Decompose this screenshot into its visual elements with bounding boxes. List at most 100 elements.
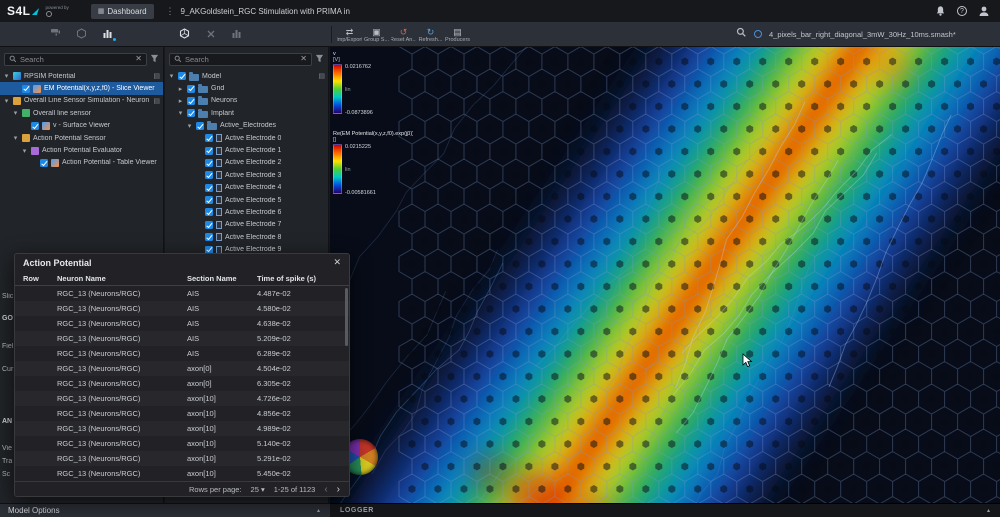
expand-chevron-icon[interactable]: ▴ — [987, 507, 990, 514]
brush-icon[interactable] — [47, 25, 64, 42]
checkbox[interactable] — [205, 159, 213, 167]
search-icon[interactable] — [736, 25, 747, 43]
tab-menu-dots-icon[interactable]: ⋮ — [166, 6, 175, 17]
checkbox[interactable] — [205, 221, 213, 229]
expand-chevron-icon[interactable]: ▴ — [317, 507, 320, 514]
document-tab[interactable]: 9_AKGoldstein_RGC Stimulation with PRIMA… — [181, 7, 350, 16]
cube-icon[interactable] — [73, 25, 90, 42]
reset-button[interactable]: ↺Reset An... — [391, 23, 416, 46]
expander-icon[interactable]: ▾ — [186, 122, 193, 130]
tree-item-active-electrode-3[interactable]: Active Electrode 3 — [165, 169, 328, 181]
table-row[interactable]: RGC_13 (Neurons/RGC)axon[0]4.504e-02 — [15, 361, 349, 376]
table-row[interactable]: RGC_13 (Neurons/RGC)AIS5.209e-02 — [15, 331, 349, 346]
table-row[interactable]: RGC_13 (Neurons/RGC)axon[10]4.989e-02 — [15, 421, 349, 436]
3d-viewport[interactable]: v[V]0.0216762lin-0.0873896Re(EM Potentia… — [330, 47, 1000, 503]
tree-item-grid[interactable]: ▸Grid — [165, 82, 328, 94]
expander-icon[interactable]: ▾ — [168, 72, 175, 80]
checkbox[interactable] — [205, 233, 213, 241]
checkbox[interactable] — [187, 97, 195, 105]
checkbox[interactable] — [40, 159, 48, 167]
tree-item-rpsim-potential[interactable]: ▾RPSIM Potential▤ — [0, 70, 163, 82]
analysis-chart-icon[interactable] — [99, 25, 116, 42]
filter-funnel-icon[interactable] — [315, 50, 324, 68]
table-row[interactable]: RGC_13 (Neurons/RGC)AIS4.638e-02 — [15, 316, 349, 331]
previous-page-button[interactable]: ‹ — [324, 485, 327, 495]
rows-per-page-select[interactable]: 25 ▾ — [251, 485, 265, 494]
dialog-header[interactable]: Action Potential ✕ — [15, 254, 349, 271]
next-page-button[interactable]: › — [337, 485, 340, 495]
producers-button[interactable]: ▤Producers — [445, 23, 470, 46]
user-profile-icon[interactable] — [978, 5, 990, 17]
hexagon-model-icon[interactable] — [176, 25, 193, 42]
row-action-icon[interactable]: ▤ — [153, 97, 160, 105]
delete-x-icon[interactable] — [202, 25, 219, 42]
notifications-bell-icon[interactable] — [934, 5, 946, 17]
table-row[interactable]: RGC_13 (Neurons/RGC)axon[0]6.305e-02 — [15, 376, 349, 391]
help-icon[interactable]: ? — [957, 6, 967, 16]
filter-funnel-icon[interactable] — [150, 50, 159, 68]
checkbox[interactable] — [31, 122, 39, 130]
expander-icon[interactable]: ▾ — [12, 134, 19, 142]
search-input[interactable]: Search ✕ — [169, 53, 312, 66]
clear-search-icon[interactable]: ✕ — [135, 55, 142, 63]
tree-item-em-potential-x-y-z-f0-slice-viewer[interactable]: EM Potential(x,y,z,f0) - Slice Viewer — [0, 82, 163, 94]
tree-item-active-electrode-2[interactable]: Active Electrode 2 — [165, 157, 328, 169]
tree-item-overall-line-sensor[interactable]: ▾Overall line sensor — [0, 107, 163, 119]
table-scrollbar[interactable] — [345, 288, 348, 346]
tree-item-active-electrode-1[interactable]: Active Electrode 1 — [165, 144, 328, 156]
import-export-button[interactable]: ⇄Imp/Export — [337, 23, 362, 46]
tree-item-neurons[interactable]: ▸Neurons — [165, 95, 328, 107]
checkbox[interactable] — [196, 122, 204, 130]
clear-search-icon[interactable]: ✕ — [300, 55, 307, 63]
refresh-button[interactable]: ↻Refresh... — [418, 23, 443, 46]
tree-item-action-potential-table-viewer[interactable]: Action Potential - Table Viewer — [0, 157, 163, 169]
checkbox[interactable] — [205, 196, 213, 204]
tree-item-action-potential-sensor[interactable]: ▾Action Potential Sensor — [0, 132, 163, 144]
expander-icon[interactable]: ▾ — [12, 109, 19, 117]
tree-item-active-electrode-8[interactable]: Active Electrode 8 — [165, 231, 328, 243]
close-icon[interactable]: ✕ — [333, 257, 341, 268]
search-input[interactable]: Search ✕ — [4, 53, 147, 66]
expander-icon[interactable]: ▸ — [177, 97, 184, 105]
table-row[interactable]: RGC_13 (Neurons/RGC)axon[10]5.291e-02 — [15, 451, 349, 466]
tree-item-active-electrode-5[interactable]: Active Electrode 5 — [165, 194, 328, 206]
checkbox[interactable] — [187, 85, 195, 93]
tree-item-active-electrode-7[interactable]: Active Electrode 7 — [165, 219, 328, 231]
table-row[interactable]: RGC_13 (Neurons/RGC)AIS4.487e-02 — [15, 286, 349, 301]
model-options-bar[interactable]: Model Options ▴ — [0, 503, 330, 517]
tree-item-active-electrodes[interactable]: ▾Active_Electrodes — [165, 120, 328, 132]
checkbox[interactable] — [205, 171, 213, 179]
tree-item-implant[interactable]: ▾Implant — [165, 107, 328, 119]
expander-icon[interactable]: ▸ — [177, 85, 184, 93]
tree-item-action-potential-evaluator[interactable]: ▾Action Potential Evaluator — [0, 144, 163, 156]
expander-icon[interactable]: ▾ — [3, 97, 10, 105]
tree-item-active-electrode-0[interactable]: Active Electrode 0 — [165, 132, 328, 144]
tree-item-active-electrode-6[interactable]: Active Electrode 6 — [165, 206, 328, 218]
chart-icon[interactable] — [228, 25, 245, 42]
checkbox[interactable] — [205, 184, 213, 192]
table-row[interactable]: RGC_13 (Neurons/RGC)axon[10]4.726e-02 — [15, 391, 349, 406]
tree-item-model[interactable]: ▾Model▤ — [165, 70, 328, 82]
file-status-icon[interactable] — [754, 30, 762, 38]
group-button[interactable]: ▣Group S... — [364, 23, 389, 46]
tree-item-active-electrode-4[interactable]: Active Electrode 4 — [165, 182, 328, 194]
table-row[interactable]: RGC_13 (Neurons/RGC)axon[10]5.450e-02 — [15, 466, 349, 481]
tree-item-v-surface-viewer[interactable]: v - Surface Viewer — [0, 120, 163, 132]
row-action-icon[interactable]: ▤ — [318, 72, 325, 80]
checkbox[interactable] — [22, 85, 30, 93]
table-row[interactable]: RGC_13 (Neurons/RGC)AIS4.580e-02 — [15, 301, 349, 316]
expander-icon[interactable]: ▾ — [3, 72, 10, 80]
checkbox[interactable] — [205, 208, 213, 216]
expander-icon[interactable]: ▾ — [177, 109, 184, 117]
checkbox[interactable] — [178, 72, 186, 80]
table-row[interactable]: RGC_13 (Neurons/RGC)axon[10]5.140e-02 — [15, 436, 349, 451]
logger-bar[interactable]: LOGGER ▴ — [330, 503, 1000, 517]
table-row[interactable]: RGC_13 (Neurons/RGC)AIS6.289e-02 — [15, 346, 349, 361]
dashboard-button[interactable]: ▦ Dashboard — [91, 4, 154, 19]
checkbox[interactable] — [205, 147, 213, 155]
checkbox[interactable] — [205, 134, 213, 142]
tree-item-overall-line-sensor-simulation-neuron[interactable]: ▾Overall Line Sensor Simulation - Neuron… — [0, 95, 163, 107]
checkbox[interactable] — [187, 109, 195, 117]
row-action-icon[interactable]: ▤ — [153, 72, 160, 80]
expander-icon[interactable]: ▾ — [21, 147, 28, 155]
